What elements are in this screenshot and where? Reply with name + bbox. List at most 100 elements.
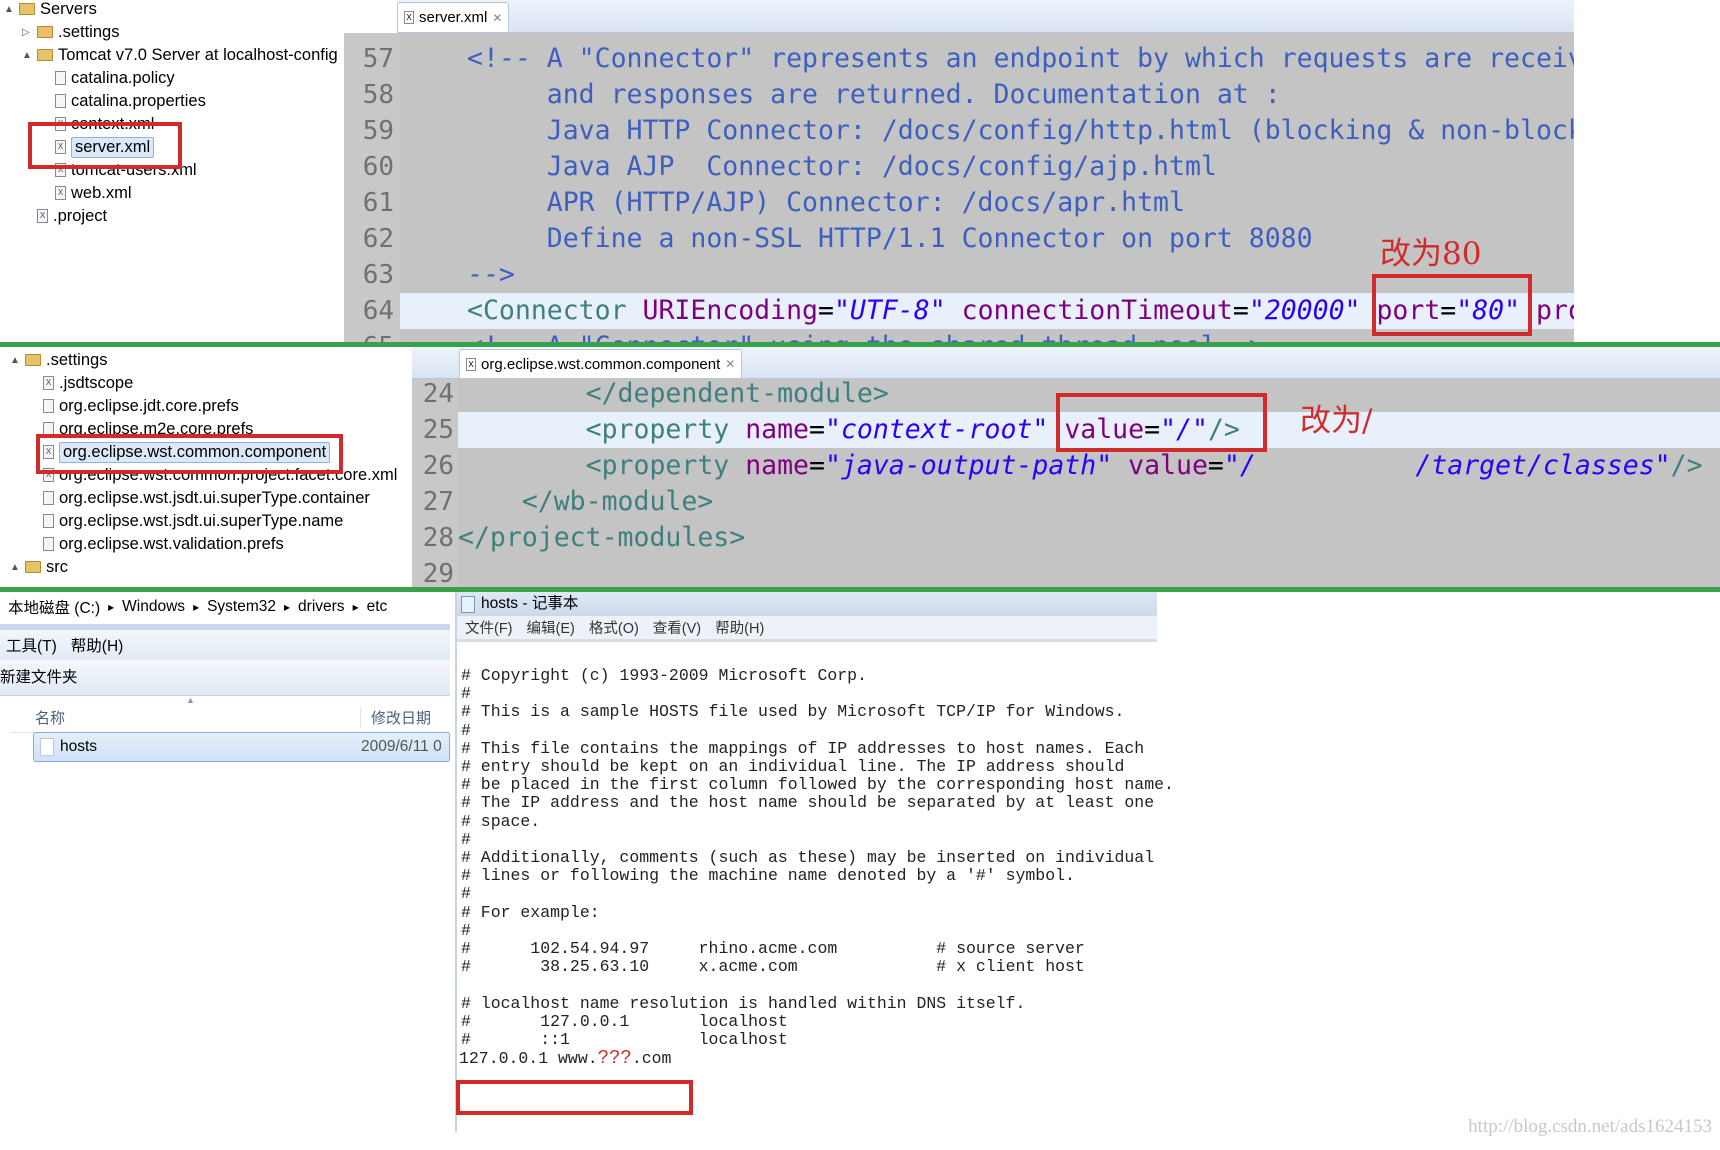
- tab-server-xml[interactable]: X server.xml ✕: [397, 2, 510, 32]
- project-explorer-tree: ▲ Servers ▷ .settings ▲ Tomcat v7.0 Server at…: [0, 0, 344, 344]
- expand-arrow-icon: ▲: [22, 49, 32, 61]
- tree-item[interactable]: ▷ .settings: [22, 21, 119, 43]
- tree-item-label: catalina.properties: [71, 91, 206, 110]
- editor-tab-bar: X org.eclipse.wst.common.component ✕: [412, 347, 1720, 379]
- code-token-punct: =: [809, 414, 825, 445]
- folder-open-icon: [25, 354, 41, 366]
- menu-item[interactable]: 查看(V): [653, 617, 701, 638]
- code-token-val: "context-root": [824, 414, 1049, 445]
- code-token-comment: <!-- A "Connector" represents an endpoin…: [467, 43, 1574, 74]
- text-line: # This is a sample HOSTS file used by Mi…: [461, 702, 1125, 722]
- tree-item[interactable]: org.eclipse.wst.jsdt.ui.superType.contai…: [28, 487, 370, 509]
- text-line: # space.: [461, 811, 541, 831]
- expand-arrow-icon: ▷: [22, 26, 30, 38]
- tree-item-label: .project: [53, 206, 108, 225]
- code-line: </project-modules>: [458, 520, 1720, 556]
- line-number: 62: [362, 224, 394, 254]
- line-number: 61: [362, 188, 394, 218]
- tab-common-component[interactable]: X org.eclipse.wst.common.component ✕: [459, 349, 743, 378]
- tree-item[interactable]: catalina.properties: [40, 90, 206, 112]
- line-number: 26: [422, 451, 454, 481]
- line-number: 57: [362, 44, 394, 74]
- code-token-attr: URIEncoding: [626, 295, 819, 326]
- menu-item[interactable]: 帮助(H): [715, 617, 764, 638]
- code-token-comment: -->: [467, 259, 515, 290]
- tree-item[interactable]: org.eclipse.wst.jsdt.ui.superType.name: [28, 510, 343, 532]
- code-line: and responses are returned. Documentatio…: [400, 77, 1574, 113]
- breadcrumb-item[interactable]: System32: [207, 598, 276, 616]
- expand-arrow-icon: ▲: [4, 3, 14, 15]
- menu-item[interactable]: 文件(F): [465, 617, 513, 638]
- tab-label: org.eclipse.wst.common.component: [481, 355, 721, 373]
- file-icon: [43, 491, 54, 505]
- eclipse-component-panel: ▲ .settings X .jsdtscope org.eclipse.jdt.cor…: [0, 347, 1720, 589]
- annotation-change-to-slash: 改为/: [1300, 403, 1373, 439]
- folder-icon: [37, 26, 53, 38]
- tree-item[interactable]: org.eclipse.jdt.core.prefs: [28, 395, 239, 417]
- code-token-comment: Define a non-SSL HTTP/1.1 Connector on p…: [467, 223, 1313, 254]
- menu-item[interactable]: 格式(O): [589, 617, 639, 638]
- tree-item-label: .settings: [46, 350, 108, 369]
- tree-item[interactable]: X .project: [22, 205, 107, 227]
- chevron-right-icon: ▸: [284, 600, 291, 614]
- code-token-comment: APR (HTTP/AJP) Connector: /docs/apr.html: [467, 187, 1185, 218]
- line-number: 27: [422, 487, 454, 517]
- code-line: <property name="java-output-path" value=…: [458, 448, 1720, 484]
- highlight-box-hosts-entry: [456, 1080, 693, 1115]
- text-line: #: [461, 884, 471, 904]
- tree-item-label: Servers: [40, 0, 97, 18]
- file-row-hosts[interactable]: hosts 2009/6/11 0: [33, 732, 450, 762]
- text-line: #: [461, 720, 471, 740]
- file-icon: [55, 94, 66, 108]
- column-name[interactable]: 名称: [35, 707, 65, 728]
- tree-item[interactable]: ▲ src: [10, 556, 68, 578]
- close-tab-icon[interactable]: ✕: [492, 11, 502, 25]
- text-line: # Copyright (c) 1993-2009 Microsoft Corp…: [461, 666, 867, 685]
- tree-item[interactable]: org.eclipse.wst.validation.prefs: [28, 533, 284, 555]
- breadcrumb-item[interactable]: drivers: [298, 598, 345, 616]
- tree-item[interactable]: ▲ Tomcat v7.0 Server at localhost-config: [22, 44, 338, 66]
- menu-tools[interactable]: 工具(T): [6, 634, 57, 656]
- toolbar: 新建文件夹: [0, 660, 450, 696]
- xml-file-icon: X: [466, 357, 476, 371]
- file-modified: 2009/6/11 0: [361, 738, 442, 755]
- breadcrumb-item[interactable]: Windows: [122, 598, 185, 616]
- breadcrumb-item[interactable]: 本地磁盘 (C:): [8, 596, 100, 618]
- code-token-tag: <property: [458, 450, 730, 481]
- menu-help[interactable]: 帮助(H): [71, 634, 124, 656]
- folder-open-icon: [19, 3, 35, 15]
- tree-item[interactable]: ▲ .settings: [10, 349, 107, 371]
- breadcrumb-item[interactable]: etc: [367, 598, 388, 616]
- code-token-tag: <Connector: [467, 295, 627, 326]
- annotation-change-to-80: 改为80: [1380, 236, 1482, 272]
- code-token-attr: connectionTimeout: [945, 295, 1233, 326]
- tree-item[interactable]: catalina.policy: [40, 67, 175, 89]
- tree-item-label: .jsdtscope: [59, 373, 134, 392]
- code-token-tag: </project-modules>: [458, 522, 746, 553]
- text-line: #: [461, 684, 471, 704]
- tree-item[interactable]: ▲ Servers: [4, 0, 97, 20]
- file-icon: [43, 537, 54, 551]
- code-token-attr: name: [729, 414, 810, 445]
- code-token-tag: </wb-module>: [458, 486, 714, 517]
- window-title: hosts - 记事本: [481, 595, 579, 612]
- menu-item[interactable]: 编辑(E): [527, 617, 575, 638]
- text-line: # localhost name resolution is handled w…: [461, 993, 1026, 1013]
- tree-item[interactable]: Xweb.xml: [40, 182, 132, 204]
- file-icon: [55, 71, 66, 85]
- tab-label: server.xml: [419, 9, 488, 26]
- eclipse-server-xml-panel: ▲ Servers ▷ .settings ▲ Tomcat v7.0 Server at…: [0, 0, 1720, 344]
- column-modified[interactable]: 修改日期: [360, 707, 431, 728]
- close-tab-icon[interactable]: ✕: [725, 357, 735, 371]
- tree-item-label: .settings: [58, 22, 120, 41]
- code-token-attr: value: [1112, 450, 1208, 481]
- text-area[interactable]: # Copyright (c) 1993-2009 Microsoft Corp…: [457, 644, 1174, 1132]
- new-folder-button[interactable]: 新建文件夹: [0, 669, 78, 686]
- text-line: # Additionally, comments (such as these)…: [461, 848, 1155, 867]
- tree-item[interactable]: X .jsdtscope: [28, 372, 133, 394]
- tree-item-label: web.xml: [71, 183, 132, 202]
- menu-bar: 工具(T) 帮助(H): [0, 624, 450, 660]
- file-icon: [40, 738, 54, 756]
- text-line: # The IP address and the host name shoul…: [461, 793, 1155, 813]
